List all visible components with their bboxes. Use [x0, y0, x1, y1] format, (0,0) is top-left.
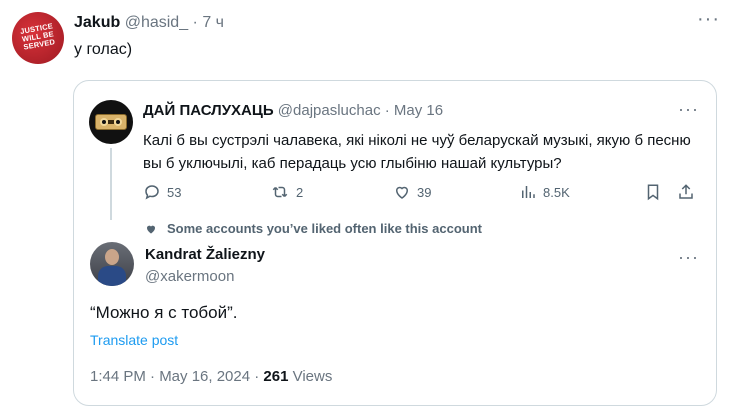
author-handle[interactable]: @hasid_ — [125, 14, 188, 31]
like-count: 39 — [417, 184, 432, 200]
reply-count: 53 — [167, 184, 182, 200]
social-context-note: Some accounts you’ve liked often like th… — [145, 221, 482, 236]
separator: · — [188, 14, 203, 31]
separator: · — [380, 102, 394, 119]
share-button[interactable] — [677, 180, 695, 204]
post-timestamp: 1:44 PM · May 16, 2024 · 261 Views — [90, 368, 332, 385]
heart-icon — [146, 225, 156, 233]
reply-text: “Можно я с тобой”. — [90, 303, 238, 322]
more-options-icon[interactable]: ··· — [678, 100, 699, 118]
more-options-icon[interactable]: ··· — [678, 248, 699, 266]
author-handle[interactable]: @xakermoon — [145, 268, 234, 285]
thread-connector-line — [110, 148, 112, 220]
repost-button[interactable]: 2 — [270, 180, 303, 204]
views-count: 261 — [263, 368, 289, 385]
views-label: Views — [288, 368, 333, 385]
post-header: Jakub @hasid_ · 7 ч — [74, 14, 224, 32]
post-date[interactable]: May 16 — [394, 102, 443, 119]
repost-icon — [272, 186, 288, 198]
author-name[interactable]: Kandrat Žaliezny — [145, 246, 265, 263]
quoted-post-text: Калі б вы сустрэлі чалавека, які ніколі … — [143, 132, 691, 172]
avatar[interactable] — [89, 100, 133, 144]
avatar[interactable]: JUSTICE WILL BE SERVED — [12, 12, 64, 64]
reply-button[interactable]: 53 — [143, 180, 181, 204]
post-time[interactable]: 7 ч — [202, 14, 224, 31]
quoted-post-header: ДАЙ ПАСЛУХАЦЬ @dajpasluchac · May 16 — [143, 102, 443, 119]
cassette-icon — [95, 114, 127, 130]
post-text: у голас) — [74, 41, 133, 58]
share-icon — [679, 184, 693, 199]
more-options-icon[interactable]: ··· — [697, 9, 720, 29]
author-name[interactable]: Jakub — [74, 14, 120, 31]
heart-icon — [395, 186, 409, 199]
author-handle[interactable]: @dajpasluchac — [278, 102, 381, 119]
views-button[interactable]: 8.5K — [519, 180, 570, 204]
bookmark-button[interactable] — [644, 180, 662, 204]
views-chart-icon — [522, 186, 535, 198]
post-time[interactable]: 1:44 PM · May 16, 2024 · — [90, 368, 263, 385]
avatar[interactable] — [90, 242, 134, 286]
repost-count: 2 — [296, 184, 304, 200]
translate-post-link[interactable]: Translate post — [90, 332, 178, 348]
author-name[interactable]: ДАЙ ПАСЛУХАЦЬ — [143, 102, 274, 119]
avatar-text: JUSTICE WILL BE SERVED — [19, 21, 56, 52]
social-context-text: Some accounts you’ve liked often like th… — [167, 221, 482, 236]
bookmark-icon — [647, 184, 659, 201]
like-button[interactable]: 39 — [393, 180, 431, 204]
views-count: 8.5K — [543, 184, 570, 200]
reply-icon — [145, 185, 159, 200]
